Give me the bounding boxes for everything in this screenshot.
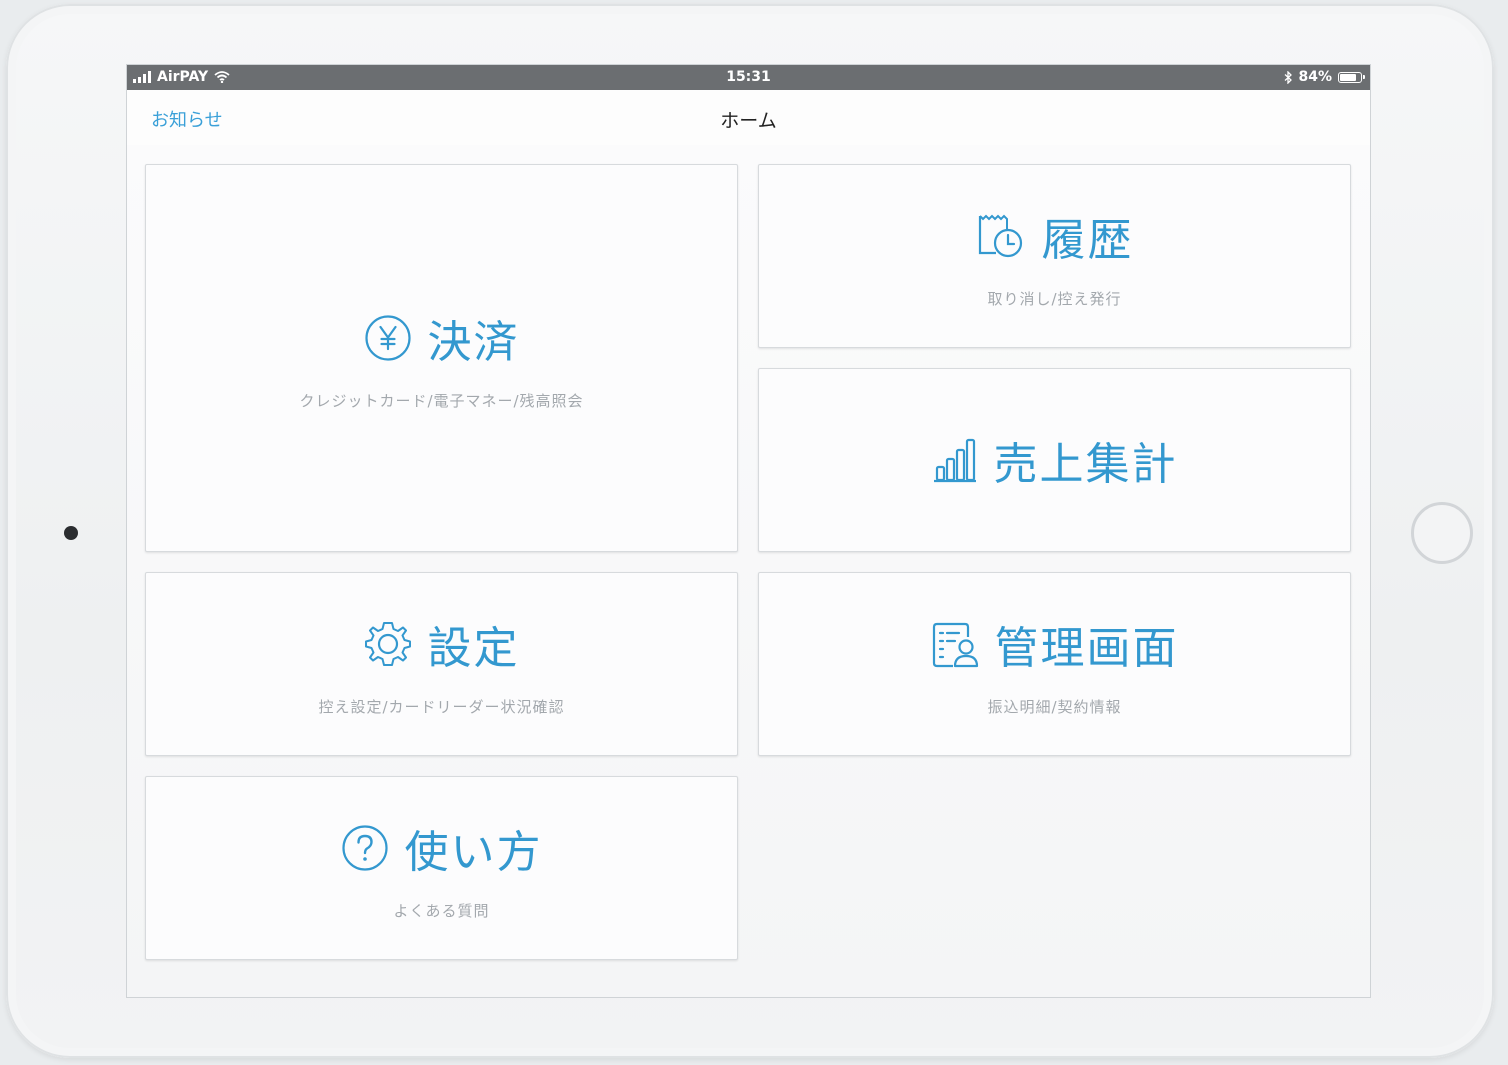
bar-chart-icon <box>933 438 976 483</box>
question-circle-icon <box>341 824 388 871</box>
tile-payment[interactable]: 決済 クレジットカード/電子マネー/残高照会 <box>145 164 738 552</box>
battery-icon <box>1338 71 1365 83</box>
tile-admin[interactable]: 管理画面 振込明細/契約情報 <box>758 572 1351 756</box>
tile-how-to-use-header: 使い方 <box>341 816 543 880</box>
tile-settings-label: 設定 <box>427 622 520 674</box>
page-title: ホーム <box>720 110 777 132</box>
tile-admin-label: 管理画面 <box>994 622 1179 674</box>
tile-settings-sub: 控え設定/カードリーダー状況確認 <box>318 697 565 716</box>
menu-grid: 決済 クレジットカード/電子マネー/残高照会 履歴 取り消し/控え発行 売上集計… <box>127 145 1370 997</box>
tile-payment-sub: クレジットカード/電子マネー/残高照会 <box>299 391 584 410</box>
tile-sales-summary-header: 売上集計 <box>932 428 1178 492</box>
front-camera <box>64 526 78 540</box>
tile-how-to-use[interactable]: 使い方 よくある質問 <box>145 776 738 960</box>
status-bar: AirPAY 15:31 84% <box>127 65 1370 90</box>
tile-history-header: 履歴 <box>976 204 1134 268</box>
tile-history-label: 履歴 <box>1041 214 1134 266</box>
tile-admin-sub: 振込明細/契約情報 <box>987 697 1122 716</box>
status-time: 15:31 <box>726 69 771 85</box>
tile-sales-summary[interactable]: 売上集計 <box>758 368 1351 552</box>
tile-payment-header: 決済 <box>364 306 520 370</box>
tile-history-sub: 取り消し/控え発行 <box>987 289 1122 308</box>
home-button[interactable] <box>1411 502 1473 564</box>
tile-admin-header: 管理画面 <box>931 612 1179 676</box>
tile-settings[interactable]: 設定 控え設定/カードリーダー状況確認 <box>145 572 738 756</box>
receipt-clock-icon <box>978 214 1022 257</box>
document-person-icon <box>932 622 978 667</box>
yen-circle-icon <box>364 314 411 361</box>
gear-icon <box>364 621 411 666</box>
tile-sales-summary-label: 売上集計 <box>993 439 1178 490</box>
tile-how-to-use-sub: よくある質問 <box>393 901 490 920</box>
battery-percent: 84% <box>1298 69 1332 85</box>
tile-settings-header: 設定 <box>364 612 520 676</box>
bluetooth-icon <box>1285 70 1293 84</box>
tile-history[interactable]: 履歴 取り消し/控え発行 <box>758 164 1351 348</box>
app-screen: AirPAY 15:31 84% お知らせ ホーム 決済 クレジットカード/電子… <box>127 65 1370 997</box>
navigation-bar: お知らせ ホーム <box>127 90 1370 146</box>
status-right: 84% <box>1284 69 1365 85</box>
tile-how-to-use-label: 使い方 <box>404 826 543 878</box>
tile-payment-label: 決済 <box>427 316 520 368</box>
